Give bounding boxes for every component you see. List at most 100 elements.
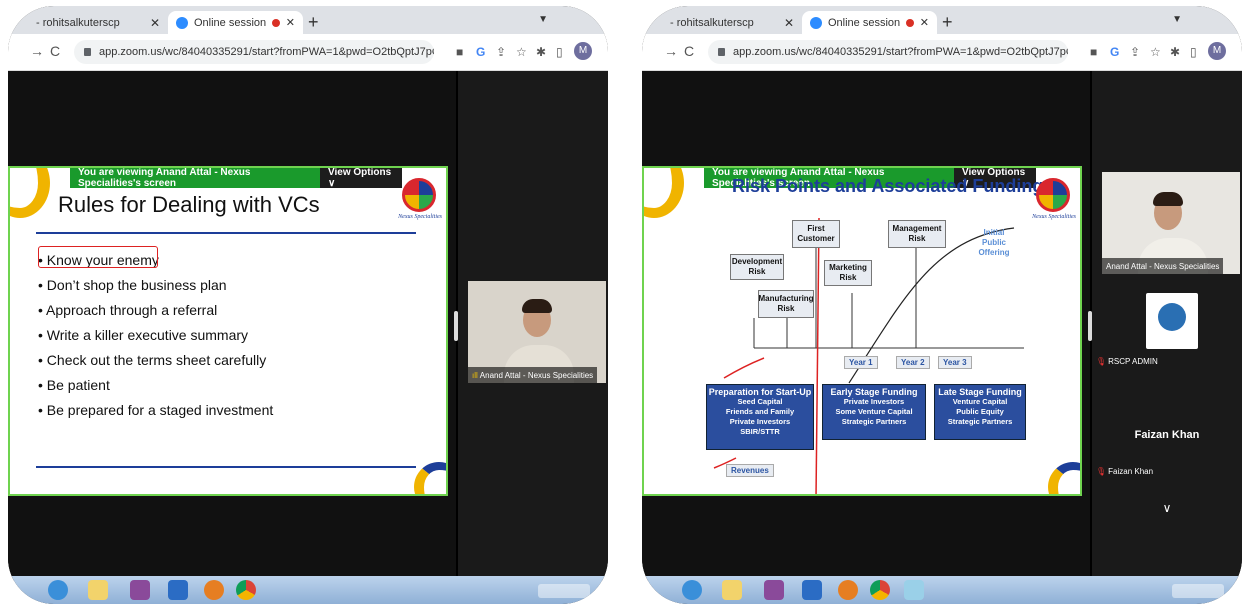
share-stage: You are viewing Anand Attal - Nexus Spec… — [642, 71, 1090, 581]
participant-figure — [1153, 192, 1183, 206]
viewing-banner: You are viewing Anand Attal - Nexus Spec… — [70, 168, 320, 189]
extensions-icon[interactable]: ✱ — [1170, 45, 1180, 59]
winrar-icon[interactable] — [764, 580, 784, 600]
share-icon[interactable]: ⇪ — [496, 45, 506, 59]
tab-rohitsalkuterscp[interactable]: - rohitsalkuterscp ✕ — [662, 11, 802, 34]
tab-rohitsalkuterscp[interactable]: - rohitsalkuterscp ✕ — [28, 11, 168, 34]
video-panel: ıll Anand Attal - Nexus Specialities — [454, 71, 608, 581]
funding-line: Venture Capital — [952, 397, 1008, 406]
winrar-icon[interactable] — [130, 580, 150, 600]
paint-icon[interactable] — [904, 580, 924, 600]
participant-label-text: Faizan Khan — [1108, 467, 1154, 476]
profile-avatar[interactable]: M — [574, 42, 592, 60]
close-tab-icon[interactable]: ✕ — [286, 16, 295, 29]
tab-online-session[interactable]: Online session ✕ — [168, 11, 303, 34]
slide-title: Rules for Dealing with VCs — [58, 192, 320, 217]
funding-title: Late Stage Funding — [938, 387, 1022, 397]
word-icon[interactable] — [168, 580, 188, 600]
tab-online-session[interactable]: Online session ✕ — [802, 11, 937, 34]
funding-line: Private Investors — [729, 417, 791, 426]
rscp-admin-tile[interactable]: 🎙 RSCP ADMIN — [1096, 293, 1240, 371]
close-tab-icon[interactable]: ✕ — [150, 16, 160, 30]
faizan-name-display: Faizan Khan — [1134, 429, 1200, 441]
address-bar: →C app.zoom.us/wc/84040335291/start?from… — [8, 34, 608, 71]
sidebar-icon[interactable]: ▯ — [556, 45, 563, 59]
funding-line: Some Venture Capital — [835, 407, 913, 416]
college-logo-icon — [1146, 293, 1198, 349]
tab-strip: - rohitsalkuterscp ✕ Online session ✕ + … — [642, 6, 1242, 34]
marketing-risk-box: Marketing Risk — [824, 260, 872, 286]
participant-video[interactable]: Anand Attal - Nexus Specialities — [1102, 172, 1240, 274]
tab-search-icon[interactable]: ▼ — [1172, 14, 1182, 25]
media-icon[interactable] — [838, 580, 858, 600]
bullet-item: Be prepared for a staged investment — [38, 398, 273, 423]
url-input[interactable]: app.zoom.us/wc/84040335291/start?fromPWA… — [708, 40, 1068, 64]
funding-line: SBIR/STTR — [740, 427, 780, 436]
tab-search-icon[interactable]: ▼ — [538, 14, 548, 25]
year-1-label: Year 1 — [844, 356, 878, 369]
funding-line: Seed Capital — [737, 397, 783, 406]
system-tray[interactable] — [538, 584, 590, 598]
participant-name: Anand Attal - Nexus Specialities — [1102, 258, 1224, 274]
tab-label: - rohitsalkuterscp — [36, 16, 120, 29]
media-icon[interactable] — [204, 580, 224, 600]
chrome-icon[interactable] — [870, 580, 890, 600]
divider — [36, 232, 416, 234]
extensions-icon[interactable]: ✱ — [536, 45, 546, 59]
cast-icon[interactable]: ■ — [1090, 45, 1097, 59]
cast-icon[interactable]: ■ — [456, 45, 463, 59]
close-tab-icon[interactable]: ✕ — [920, 16, 929, 29]
revenues-label: Revenues — [726, 464, 774, 477]
profile-avatar[interactable]: M — [1208, 42, 1226, 60]
google-icon[interactable]: G — [476, 45, 485, 59]
participant-name-text: Anand Attal - Nexus Specialities — [1106, 261, 1220, 271]
tab-label: Online session — [194, 16, 267, 29]
system-tray[interactable] — [1172, 584, 1224, 598]
funding-title: Early Stage Funding — [830, 387, 918, 397]
logo-text: Nexus Specialities — [398, 214, 442, 220]
lock-icon — [84, 48, 91, 56]
participant-video[interactable]: ıll Anand Attal - Nexus Specialities — [468, 281, 606, 383]
year-2-label: Year 2 — [896, 356, 930, 369]
share-icon[interactable]: ⇪ — [1130, 45, 1140, 59]
participant-name: ıll Anand Attal - Nexus Specialities — [468, 367, 598, 383]
funding-box-late: Late Stage Funding Venture Capital Publi… — [934, 384, 1026, 440]
funding-line: Strategic Partners — [841, 417, 907, 426]
panel-resize-handle[interactable] — [454, 311, 458, 341]
new-tab-icon[interactable]: + — [942, 12, 953, 33]
chrome-icon[interactable] — [236, 580, 256, 600]
close-tab-icon[interactable]: ✕ — [784, 16, 794, 30]
funding-box-early: Early Stage Funding Private Investors So… — [822, 384, 926, 440]
new-tab-icon[interactable]: + — [308, 12, 319, 33]
bookmark-star-icon[interactable]: ☆ — [1150, 45, 1161, 59]
year-3-label: Year 3 — [938, 356, 972, 369]
address-bar: →C app.zoom.us/wc/84040335291/start?from… — [642, 34, 1242, 71]
folder-icon[interactable] — [88, 580, 108, 600]
ie-icon[interactable] — [48, 580, 68, 600]
recording-icon — [271, 18, 280, 27]
funding-line: Strategic Partners — [947, 417, 1013, 426]
view-options-button[interactable]: View Options ∨ — [320, 168, 402, 189]
google-icon[interactable]: G — [1110, 45, 1119, 59]
slide-accent — [10, 168, 50, 218]
manufacturing-risk-box: Manufacturing Risk — [758, 290, 814, 318]
funding-box-startup: Preparation for Start-Up Seed Capital Fr… — [706, 384, 814, 450]
sidebar-icon[interactable]: ▯ — [1190, 45, 1197, 59]
panel-resize-handle[interactable] — [1088, 311, 1092, 341]
annotation-circle — [38, 246, 158, 268]
ie-icon[interactable] — [682, 580, 702, 600]
management-risk-box: Management Risk — [888, 220, 946, 248]
nav-icons[interactable]: →C — [664, 43, 700, 59]
bullet-list: Know your enemy Don’t shop the business … — [38, 248, 273, 423]
nav-icons[interactable]: →C — [30, 43, 66, 59]
participants-panel: Anand Attal - Nexus Specialities 🎙 RSCP A… — [1088, 71, 1242, 581]
url-text: app.zoom.us/wc/84040335291/start?fromPWA… — [733, 46, 1068, 58]
url-input[interactable]: app.zoom.us/wc/84040335291/start?fromPWA… — [74, 40, 434, 64]
bookmark-star-icon[interactable]: ☆ — [516, 45, 527, 59]
participant-label-text: RSCP ADMIN — [1108, 357, 1158, 366]
slide-accent — [414, 462, 446, 494]
url-text: app.zoom.us/wc/84040335291/start?fromPWA… — [99, 46, 434, 58]
folder-icon[interactable] — [722, 580, 742, 600]
chevron-down-icon[interactable]: ∨ — [1092, 501, 1242, 515]
word-icon[interactable] — [802, 580, 822, 600]
